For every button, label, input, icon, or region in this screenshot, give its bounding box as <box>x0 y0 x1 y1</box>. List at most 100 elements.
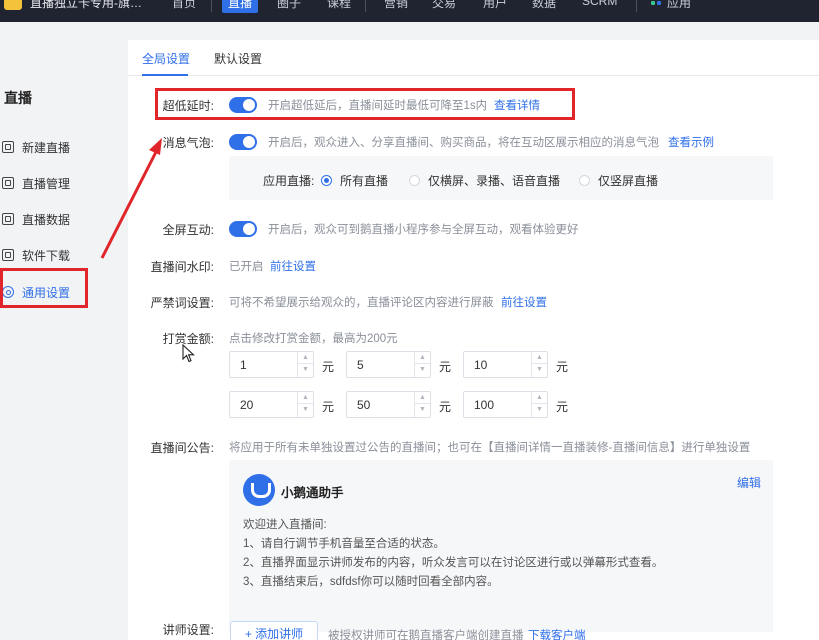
apply-live-box: 应用直播: 所有直播 仅横屏、录播、语音直播 仅竖屏直播 <box>229 156 773 200</box>
nav-scrm[interactable]: SCRM <box>582 0 617 8</box>
announcement-line: 3、直播结束后，sdfdsf你可以随时回看全部内容。 <box>243 576 499 588</box>
app-title[interactable]: 直播独立卡专用-旗… <box>30 0 142 11</box>
reward-unit: 元 <box>322 360 335 374</box>
radio-landscape-live[interactable]: 仅横屏、录播、语音直播 <box>409 172 560 189</box>
decrement-icon[interactable]: ▼ <box>298 404 313 416</box>
radio-dot <box>409 175 420 186</box>
increment-icon[interactable]: ▲ <box>415 392 430 404</box>
decrement-icon[interactable]: ▼ <box>298 364 313 376</box>
lecturer-hint: 被授权讲师可在鹅直播客户端创建直播 <box>328 630 524 640</box>
decrement-icon[interactable]: ▼ <box>415 404 430 416</box>
radio-label: 仅横屏、录播、语音直播 <box>428 174 561 188</box>
message-bubble-label: 消息气泡: <box>162 136 214 150</box>
radio-label: 仅竖屏直播 <box>598 174 659 188</box>
radio-all-live[interactable]: 所有直播 <box>321 172 388 189</box>
reward-amount-value: 10 <box>474 358 488 372</box>
reward-amount-input[interactable]: 20 ▲ ▼ <box>229 391 314 418</box>
nav-trade[interactable]: 交易 <box>432 0 456 11</box>
reward-amount-value: 1 <box>240 358 247 372</box>
announcement-line: 2、直播界面显示讲师发布的内容，听众发言可以在讨论区进行或以弹幕形式查看。 <box>243 557 664 569</box>
nav-course[interactable]: 课程 <box>327 0 351 11</box>
sidebar-item-label: 直播管理 <box>22 176 71 191</box>
nav-data[interactable]: 数据 <box>532 0 556 11</box>
sidebar: 直播 新建直播 直播管理 直播数据 软件下载 通用设置 <box>0 22 104 640</box>
message-bubble-toggle[interactable] <box>229 134 257 150</box>
assistant-avatar <box>243 474 275 506</box>
reward-amount-value: 50 <box>357 398 371 412</box>
edit-announcement-link[interactable]: 编辑 <box>737 474 761 491</box>
message-bubble-hint: 开启后，观众进入、分享直播间、购买商品，将在互动区展示相应的消息气泡 <box>268 137 659 149</box>
sidebar-item-label: 直播数据 <box>22 212 71 227</box>
apps-grid-icon <box>651 0 661 5</box>
increment-icon[interactable]: ▲ <box>298 352 313 364</box>
watermark-settings-link[interactable]: 前往设置 <box>270 258 316 274</box>
radio-dot <box>579 175 590 186</box>
quantity-stepper: ▲ ▼ <box>414 352 430 377</box>
sidebar-highlight-box <box>0 268 88 308</box>
quantity-stepper: ▲ ▼ <box>297 392 313 417</box>
view-example-link[interactable]: 查看示例 <box>668 134 714 150</box>
watermark-label: 直播间水印: <box>150 260 214 274</box>
download-icon <box>2 249 14 261</box>
quantity-stepper: ▲ ▼ <box>531 392 547 417</box>
reward-label: 打赏金额: <box>162 332 214 346</box>
banned-words-settings-link[interactable]: 前往设置 <box>501 294 547 310</box>
reward-amount-input[interactable]: 10 ▲ ▼ <box>463 351 548 378</box>
announcement-line: 1、请自行调节手机音量至合适的状态。 <box>243 538 445 550</box>
tab-active-indicator <box>142 74 188 76</box>
announcement-label: 直播间公告: <box>150 441 214 455</box>
radio-label: 所有直播 <box>340 174 389 188</box>
increment-icon[interactable]: ▲ <box>532 352 547 364</box>
decrement-icon[interactable]: ▼ <box>532 404 547 416</box>
nav-divider <box>211 0 212 12</box>
nav-divider <box>636 0 637 12</box>
reward-amount-input[interactable]: 50 ▲ ▼ <box>346 391 431 418</box>
nav-apps[interactable]: 应用 <box>667 0 691 11</box>
nav-home[interactable]: 首页 <box>172 0 196 11</box>
announcement-card: 小鹅通助手 编辑 欢迎进入直播间: 1、请自行调节手机音量至合适的状态。 2、直… <box>229 460 773 632</box>
add-lecturer-button[interactable]: + 添加讲师 <box>230 621 318 640</box>
sidebar-item-label: 新建直播 <box>22 140 71 155</box>
increment-icon[interactable]: ▲ <box>298 392 313 404</box>
reward-amount-value: 20 <box>240 398 254 412</box>
reward-amount-value: 100 <box>474 398 495 412</box>
nav-divider <box>365 0 366 12</box>
reward-amount-input[interactable]: 5 ▲ ▼ <box>346 351 431 378</box>
radio-portrait-live[interactable]: 仅竖屏直播 <box>579 172 658 189</box>
watermark-status: 已开启 <box>229 261 264 273</box>
nav-live[interactable]: 直播 <box>222 0 259 13</box>
sidebar-item-label: 软件下载 <box>22 248 71 263</box>
reward-unit: 元 <box>556 360 569 374</box>
sidebar-item-download[interactable]: 软件下载 <box>2 244 98 266</box>
nav-marketing[interactable]: 营销 <box>384 0 408 11</box>
radio-dot <box>321 175 332 186</box>
reward-unit: 元 <box>439 360 452 374</box>
tab-global-settings[interactable]: 全局设置 <box>142 50 190 67</box>
banned-words-label: 严禁词设置: <box>150 296 214 310</box>
sidebar-title: 直播 <box>4 90 32 106</box>
banned-words-hint: 可将不希望展示给观众的，直播评论区内容进行屏蔽 <box>229 297 494 309</box>
tab-bar: 全局设置 默认设置 <box>128 40 819 76</box>
settings-panel: 全局设置 默认设置 超低延时: 开启超低延后，直播间延时最低可降至1s内 查看详… <box>128 40 819 640</box>
fullscreen-toggle[interactable] <box>229 221 257 237</box>
reward-unit: 元 <box>556 400 569 414</box>
download-client-link[interactable]: 下载客户端 <box>528 627 586 640</box>
sidebar-item-live-manage[interactable]: 直播管理 <box>2 172 98 194</box>
sidebar-item-new-live[interactable]: 新建直播 <box>2 136 98 158</box>
nav-users[interactable]: 用户 <box>483 0 507 11</box>
new-live-icon <box>2 141 14 153</box>
decrement-icon[interactable]: ▼ <box>532 364 547 376</box>
quantity-stepper: ▲ ▼ <box>297 352 313 377</box>
nav-circle[interactable]: 圈子 <box>277 0 301 11</box>
decrement-icon[interactable]: ▼ <box>415 364 430 376</box>
apply-live-label: 应用直播: <box>263 174 315 188</box>
assistant-name: 小鹅通助手 <box>281 486 344 500</box>
increment-icon[interactable]: ▲ <box>415 352 430 364</box>
reward-amount-input[interactable]: 100 ▲ ▼ <box>463 391 548 418</box>
fullscreen-hint: 开启后，观众可到鹅直播小程序参与全屏互动，观看体验更好 <box>268 224 579 236</box>
tab-default-settings[interactable]: 默认设置 <box>214 50 262 67</box>
reward-unit: 元 <box>439 400 452 414</box>
increment-icon[interactable]: ▲ <box>532 392 547 404</box>
sidebar-item-live-data[interactable]: 直播数据 <box>2 208 98 230</box>
reward-amount-input[interactable]: 1 ▲ ▼ <box>229 351 314 378</box>
